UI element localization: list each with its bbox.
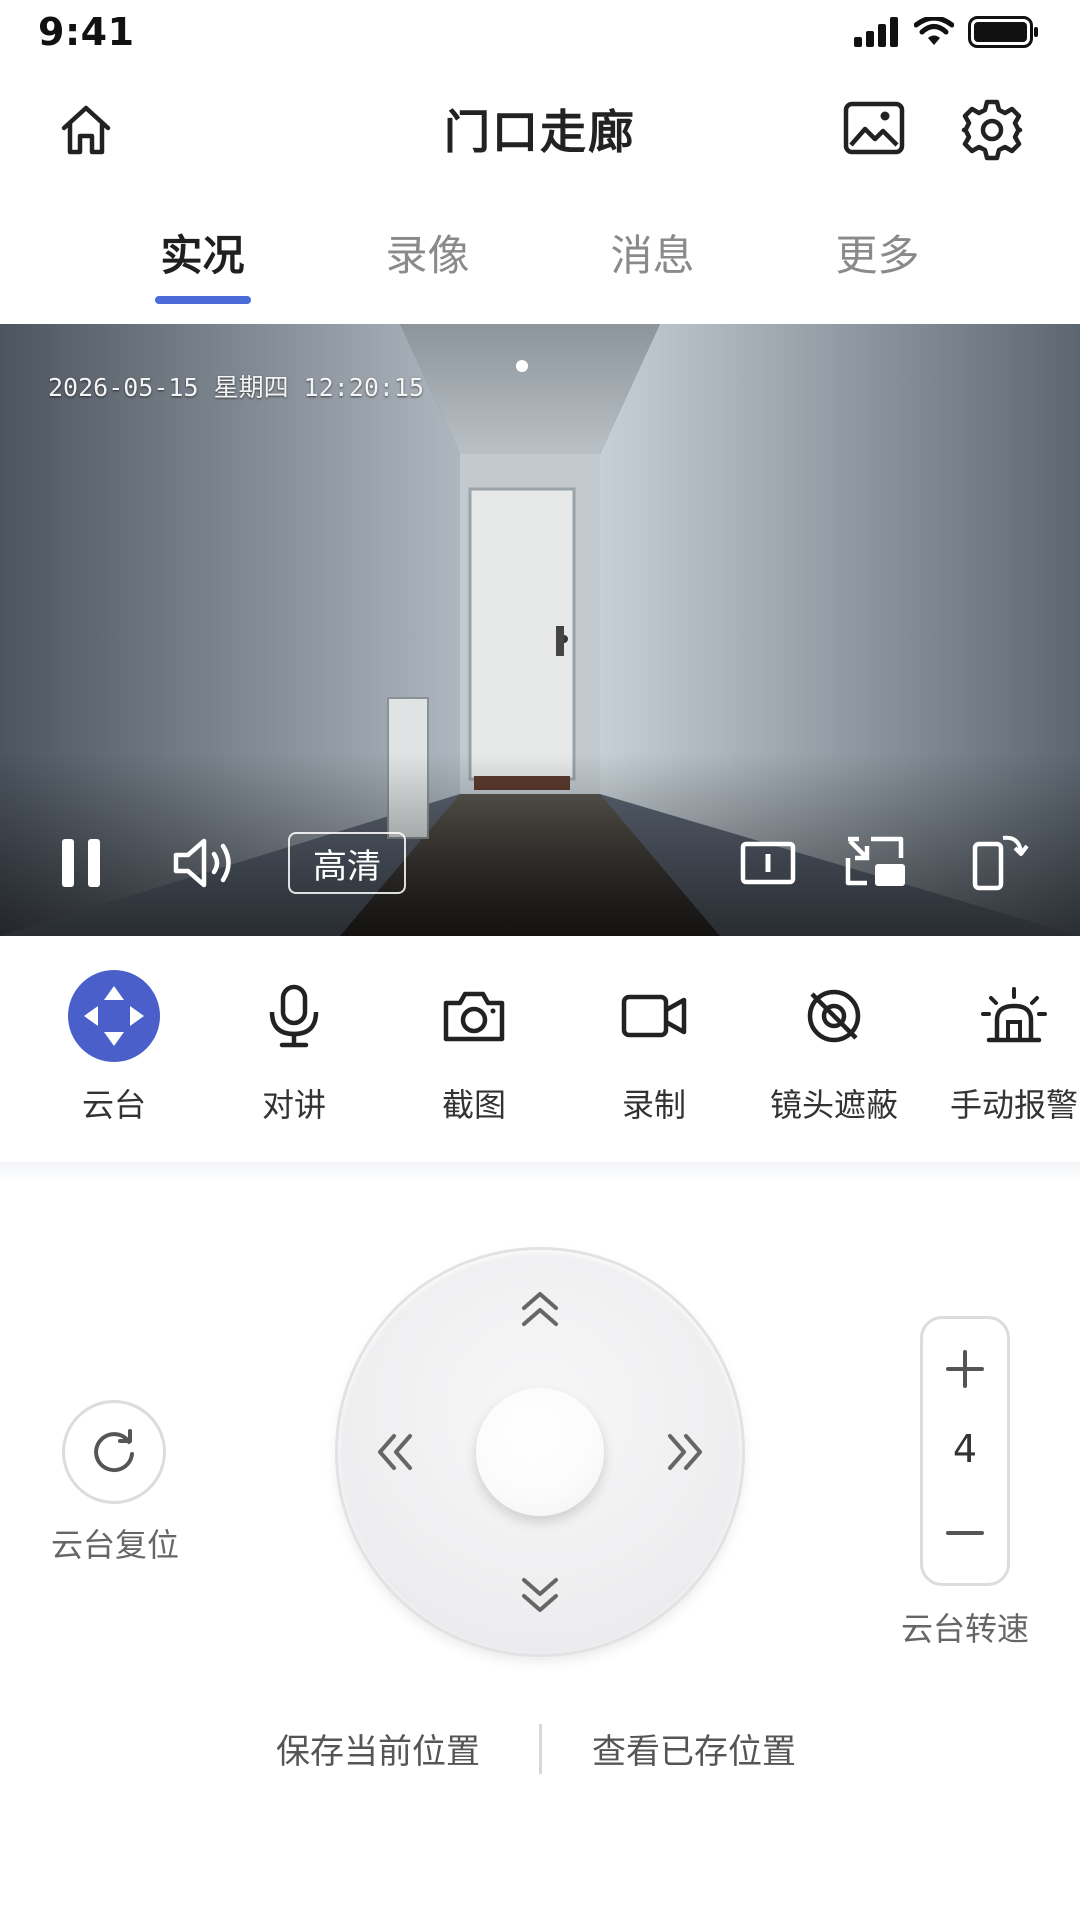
- ptz-move-icon: [68, 970, 160, 1062]
- ptz-speed-control: 4: [920, 1316, 1010, 1586]
- info-icon: [740, 841, 796, 885]
- tab-more[interactable]: 更多: [765, 222, 990, 310]
- ptz-down-button[interactable]: [510, 1570, 570, 1620]
- double-chevron-left-icon: [378, 1434, 412, 1470]
- ptz-reset-button[interactable]: [62, 1400, 166, 1504]
- alarm-siren-icon: [968, 970, 1060, 1062]
- quality-toggle[interactable]: 高清: [288, 832, 406, 894]
- ptz-speed-label: 云台转速: [900, 1610, 1029, 1648]
- settings-button[interactable]: [956, 94, 1028, 166]
- tool-label: 对讲: [261, 1086, 326, 1124]
- ptz-up-button[interactable]: [510, 1284, 570, 1334]
- tool-label: 截图: [441, 1086, 506, 1124]
- page-title: 门口走廊: [444, 105, 636, 159]
- section-divider: [0, 1162, 1080, 1180]
- tab-label: 录像: [385, 231, 470, 280]
- ptz-reset-label: 云台复位: [50, 1526, 179, 1564]
- tool-screenshot[interactable]: 截图: [384, 970, 564, 1126]
- signal-icon: [854, 17, 898, 47]
- camera-feed-image: [0, 324, 1080, 936]
- minus-icon: [946, 1531, 984, 1535]
- ptz-direction-pad[interactable]: [338, 1250, 742, 1654]
- tab-label: 实况: [160, 231, 245, 280]
- ptz-center-knob[interactable]: [476, 1388, 604, 1516]
- speed-value: 4: [952, 1427, 978, 1471]
- tab-bar: 实况 录像 消息 更多: [90, 222, 990, 310]
- gallery-button[interactable]: [838, 96, 910, 160]
- tab-active-indicator: [154, 296, 251, 304]
- rotate-screen-icon: [972, 835, 1029, 891]
- tab-messages[interactable]: 消息: [540, 222, 765, 310]
- ptz-right-button[interactable]: [658, 1422, 712, 1482]
- lens-privacy-icon: [788, 970, 880, 1062]
- ptz-left-button[interactable]: [368, 1422, 422, 1482]
- plus-icon: [946, 1350, 984, 1388]
- tool-record[interactable]: 录制: [564, 970, 744, 1126]
- tool-label: 录制: [621, 1086, 686, 1124]
- tab-label: 消息: [610, 231, 695, 280]
- info-button[interactable]: [738, 834, 798, 892]
- volume-button[interactable]: [168, 830, 242, 896]
- status-time: 9:41: [38, 10, 135, 54]
- tool-talk[interactable]: 对讲: [204, 970, 384, 1126]
- double-chevron-down-icon: [522, 1578, 558, 1612]
- tab-live[interactable]: 实况: [90, 222, 315, 310]
- tool-manual-alarm[interactable]: 手动报警: [924, 970, 1080, 1126]
- settings-icon: [961, 99, 1023, 161]
- live-video-view[interactable]: 2026-05-15 星期四 12:20:15 高清: [0, 324, 1080, 936]
- tab-label: 更多: [835, 231, 920, 280]
- status-icons: [854, 16, 1040, 48]
- volume-icon: [173, 838, 231, 888]
- battery-icon: [968, 16, 1038, 48]
- pause-icon: [62, 839, 100, 887]
- tool-label: 镜头遮蔽: [769, 1086, 898, 1124]
- gallery-icon: [843, 101, 905, 155]
- pause-button[interactable]: [50, 830, 114, 896]
- tool-bar: 云台 对讲 截图 录制 镜头遮蔽 手动报警: [0, 970, 1080, 1140]
- view-positions-link[interactable]: 查看已存位置: [592, 1724, 796, 1773]
- camera-icon: [428, 970, 520, 1062]
- save-position-link[interactable]: 保存当前位置: [276, 1724, 480, 1773]
- rotate-screen-button[interactable]: [968, 826, 1032, 896]
- double-chevron-up-icon: [522, 1292, 558, 1326]
- wifi-icon: [914, 17, 954, 45]
- pip-button[interactable]: [844, 830, 908, 894]
- video-timestamp: 2026-05-15 星期四 12:20:15: [48, 373, 425, 402]
- video-record-icon: [608, 970, 700, 1062]
- picture-in-picture-icon: [845, 836, 905, 886]
- preset-links: 保存当前位置 查看已存位置: [0, 1724, 1080, 1780]
- double-chevron-right-icon: [668, 1434, 702, 1470]
- tab-recordings[interactable]: 录像: [315, 222, 540, 310]
- speed-increase-button[interactable]: [923, 1333, 1007, 1405]
- tool-label: 手动报警: [949, 1086, 1078, 1124]
- refresh-icon: [94, 1429, 134, 1473]
- tool-label: 云台: [81, 1086, 146, 1124]
- microphone-icon: [248, 970, 340, 1062]
- tool-ptz[interactable]: 云台: [24, 970, 204, 1126]
- speed-decrease-button[interactable]: [923, 1497, 1007, 1569]
- link-divider: [539, 1724, 542, 1774]
- tool-lens-privacy[interactable]: 镜头遮蔽: [744, 970, 924, 1126]
